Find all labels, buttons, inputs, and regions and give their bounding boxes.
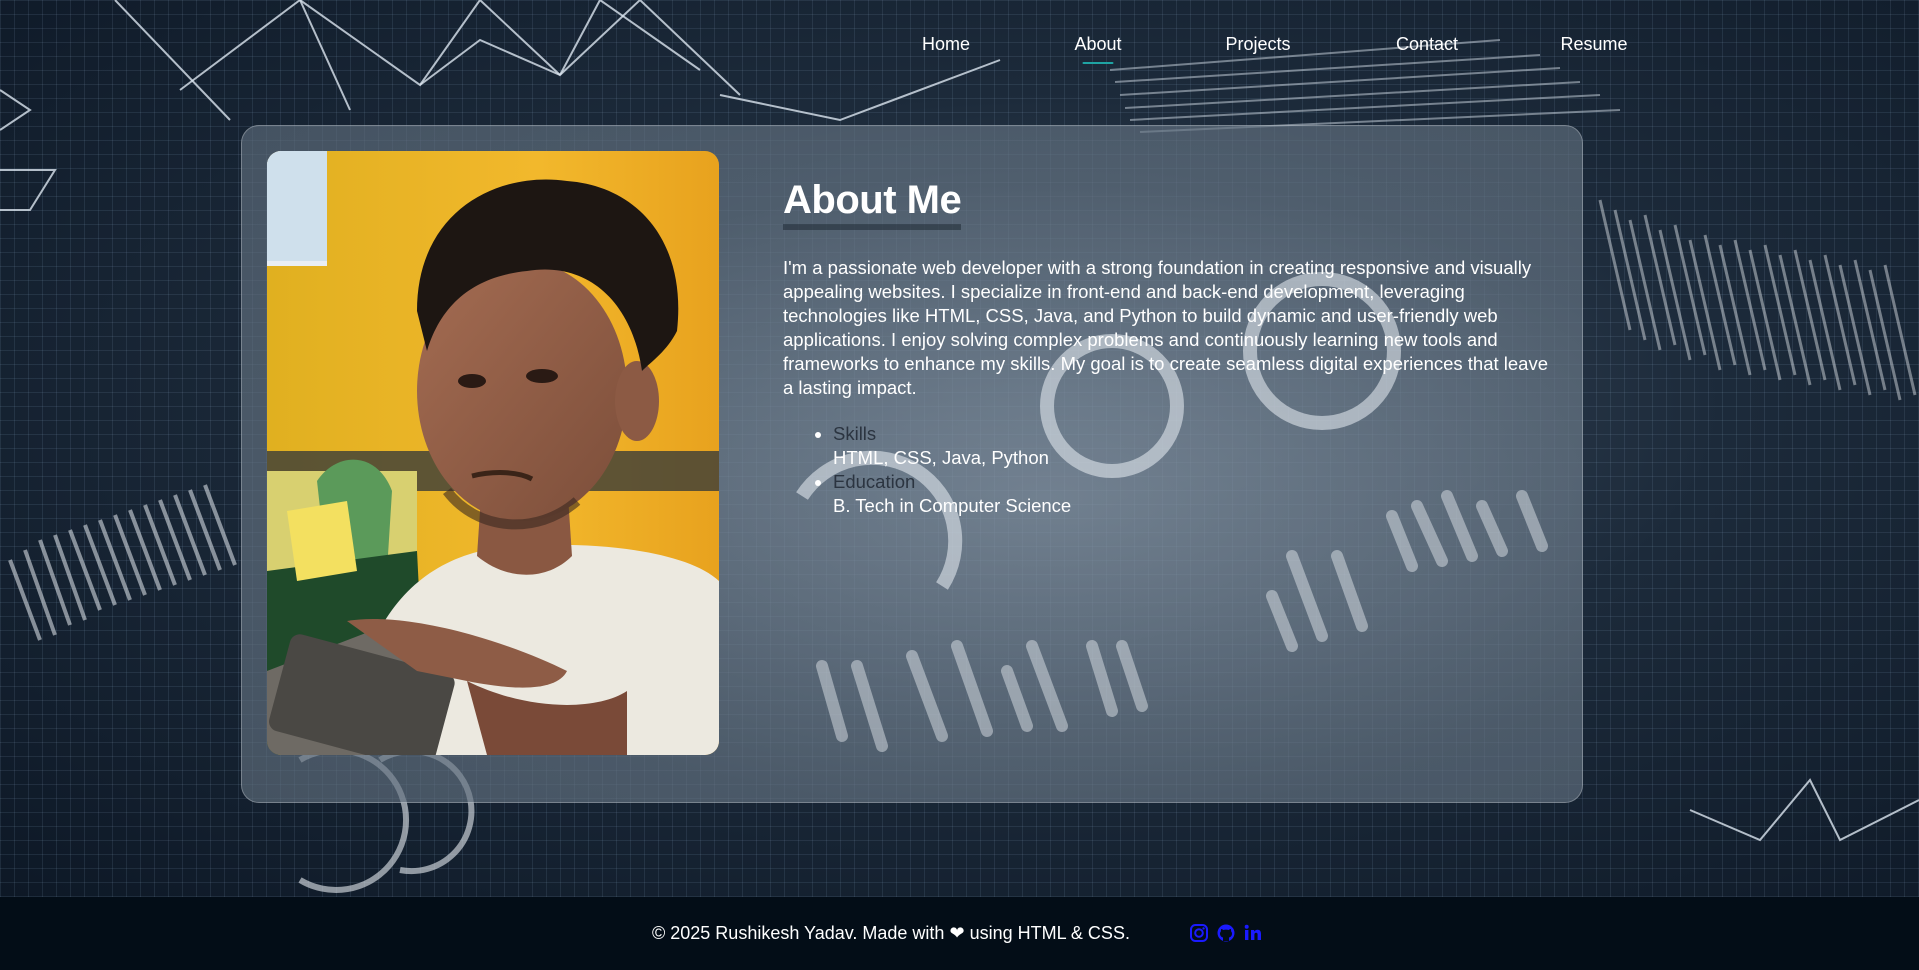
- github-icon[interactable]: [1215, 922, 1237, 944]
- nav-home[interactable]: Home: [922, 30, 970, 58]
- about-content: About Me I'm a passionate web developer …: [783, 176, 1563, 518]
- skills-value: HTML, CSS, Java, Python: [833, 447, 1049, 468]
- about-card: About Me I'm a passionate web developer …: [241, 125, 1583, 803]
- nav-contact[interactable]: Contact: [1396, 30, 1458, 58]
- about-title: About Me: [783, 176, 962, 230]
- footer: © 2025 Rushikesh Yadav. Made with ❤ usin…: [0, 897, 1919, 970]
- education-label: Education: [833, 471, 916, 492]
- linkedin-icon[interactable]: [1242, 922, 1264, 944]
- nav-about[interactable]: About: [1074, 30, 1122, 64]
- about-details-list: Skills HTML, CSS, Java, Python Education…: [783, 422, 1563, 518]
- footer-copyright: © 2025 Rushikesh Yadav. Made with ❤ usin…: [652, 921, 1130, 945]
- footer-text-end: using HTML & CSS.: [969, 923, 1130, 943]
- profile-photo-illustration: [267, 151, 719, 755]
- heart-icon: ❤: [949, 923, 965, 943]
- nav-resume[interactable]: Resume: [1560, 30, 1627, 58]
- instagram-icon[interactable]: [1188, 922, 1210, 944]
- about-paragraph: I'm a passionate web developer with a st…: [783, 257, 1549, 398]
- education-value: B. Tech in Computer Science: [833, 495, 1072, 516]
- main-nav: Home About Projects Contact Resume: [0, 30, 1919, 64]
- list-item: Education B. Tech in Computer Science: [833, 470, 1563, 518]
- skills-label: Skills: [833, 423, 877, 444]
- list-item: Skills HTML, CSS, Java, Python: [833, 422, 1563, 470]
- footer-text-start: © 2025 Rushikesh Yadav. Made with: [652, 923, 945, 943]
- nav-projects[interactable]: Projects: [1225, 30, 1290, 58]
- profile-photo: [267, 151, 719, 755]
